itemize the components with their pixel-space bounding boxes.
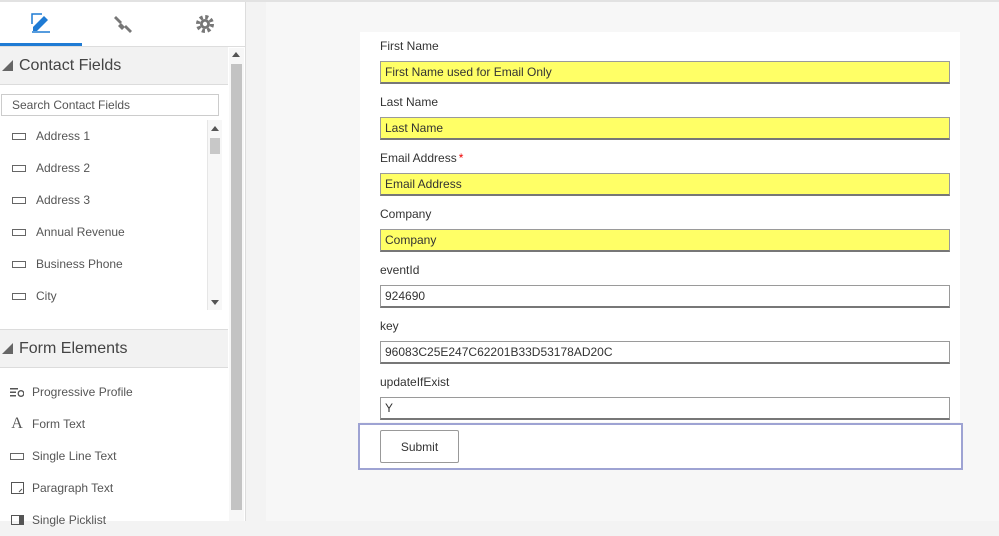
- paragraph-icon: [10, 482, 24, 494]
- picklist-icon: [10, 515, 24, 525]
- list-item[interactable]: Progressive Profile: [0, 376, 228, 408]
- paintbrush-icon: [114, 16, 132, 33]
- scrollbar-thumb[interactable]: [231, 64, 242, 510]
- contact-field-list: Address 1 Address 2 Address 3 Annual Rev…: [0, 120, 205, 310]
- scroll-up-icon[interactable]: [211, 126, 219, 131]
- tab-style[interactable]: [82, 2, 164, 46]
- list-item[interactable]: Single Picklist: [0, 504, 228, 536]
- text-field-icon: [12, 260, 26, 268]
- contact-fields-header[interactable]: Contact Fields: [0, 47, 228, 85]
- scroll-up-icon[interactable]: [232, 52, 240, 57]
- list-item[interactable]: Single Line Text: [0, 440, 228, 472]
- text-a-icon: A: [11, 415, 23, 432]
- text-field-icon: [12, 196, 26, 204]
- contact-fields-title: Contact Fields: [19, 56, 122, 74]
- panel-scrollbar[interactable]: [229, 48, 244, 521]
- form-elements-list: Progressive Profile A Form Text Single L…: [0, 376, 228, 536]
- single-line-icon: [10, 452, 24, 460]
- pencil-edit-icon: [31, 12, 50, 33]
- panel-tabs: [0, 2, 245, 46]
- field-label-last-name: Last Name: [380, 95, 439, 109]
- required-asterisk: *: [458, 151, 464, 165]
- field-label-company: Company: [380, 207, 432, 221]
- first-name-input[interactable]: [380, 61, 950, 84]
- email-address-input[interactable]: [380, 173, 950, 196]
- event-id-input[interactable]: [380, 285, 950, 308]
- gear-icon: [196, 15, 214, 33]
- submit-button[interactable]: Submit: [380, 430, 459, 463]
- list-item[interactable]: Address 3: [0, 184, 205, 216]
- list-item[interactable]: City: [0, 280, 205, 310]
- key-input[interactable]: [380, 341, 950, 364]
- list-item[interactable]: Address 2: [0, 152, 205, 184]
- field-label-email-address: Email Address *: [380, 151, 464, 165]
- text-field-icon: [12, 164, 26, 172]
- contact-fields-scrollbar[interactable]: [207, 120, 222, 310]
- list-item[interactable]: Business Phone: [0, 248, 205, 280]
- list-item[interactable]: Address 1: [0, 120, 205, 152]
- form-elements-title: Form Elements: [19, 339, 128, 357]
- company-input[interactable]: [380, 229, 950, 252]
- text-field-icon: [12, 132, 26, 140]
- text-field-icon: [12, 228, 26, 236]
- scroll-down-icon[interactable]: [211, 300, 219, 305]
- field-label-first-name: First Name: [380, 39, 439, 53]
- form-elements-header[interactable]: Form Elements: [0, 329, 228, 368]
- field-label-key: key: [380, 319, 399, 333]
- scrollbar-thumb[interactable]: [210, 138, 220, 154]
- collapse-triangle-icon: [2, 343, 13, 354]
- collapse-triangle-icon: [2, 60, 13, 71]
- progressive-profile-icon: [10, 387, 24, 397]
- tab-settings[interactable]: [164, 2, 246, 46]
- tab-fields[interactable]: [0, 2, 82, 46]
- left-panel: Contact Fields Address 1 Address 2 Addre…: [0, 2, 246, 527]
- update-if-exist-input[interactable]: [380, 397, 950, 420]
- list-item[interactable]: A Form Text: [0, 408, 228, 440]
- last-name-input[interactable]: [380, 117, 950, 140]
- field-label-event-id: eventId: [380, 263, 420, 277]
- field-label-update-if-exist: updateIfExist: [380, 375, 450, 389]
- search-contact-fields-input[interactable]: [1, 94, 219, 116]
- list-item[interactable]: Annual Revenue: [0, 216, 205, 248]
- list-item[interactable]: Paragraph Text: [0, 472, 228, 504]
- text-field-icon: [12, 292, 26, 300]
